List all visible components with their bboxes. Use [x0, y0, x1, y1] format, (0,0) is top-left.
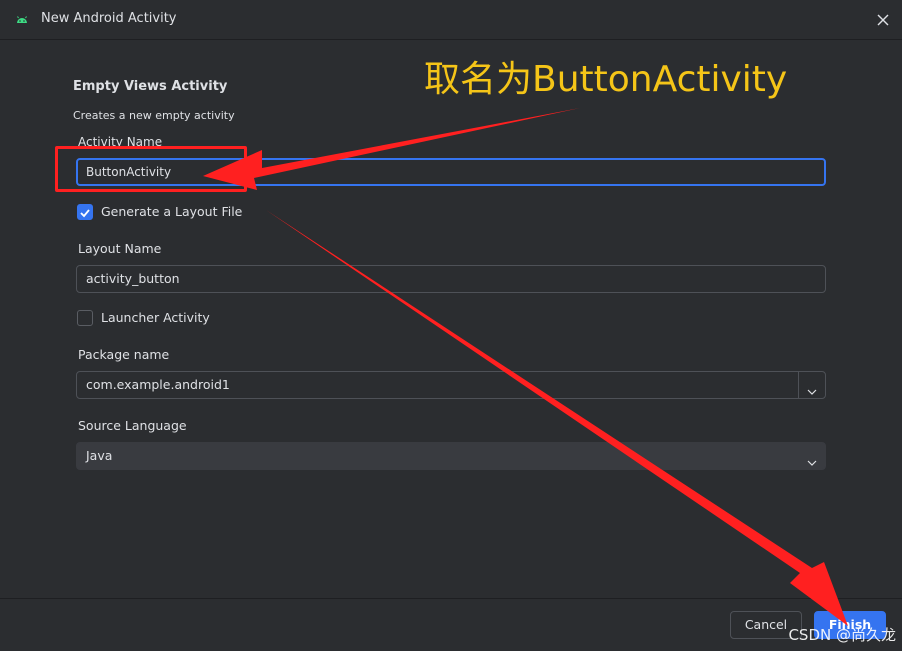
generate-layout-label: Generate a Layout File	[101, 204, 243, 219]
finish-button[interactable]: Finish	[814, 611, 886, 639]
generate-layout-checkbox[interactable]	[77, 204, 93, 220]
window-title: New Android Activity	[41, 11, 177, 26]
template-description: Creates a new empty activity	[73, 109, 235, 122]
launcher-activity-label: Launcher Activity	[101, 310, 210, 325]
activity-name-label: Activity Name	[78, 135, 163, 149]
dropdown-divider	[798, 372, 799, 398]
package-name-label: Package name	[78, 347, 170, 362]
new-activity-dialog: New Android Activity Empty Views Activit…	[0, 0, 902, 651]
cancel-button[interactable]: Cancel	[730, 611, 802, 639]
source-language-select[interactable]: Java	[76, 442, 826, 470]
launcher-activity-checkbox[interactable]	[77, 310, 93, 326]
dialog-footer: Cancel Finish	[0, 598, 902, 651]
close-icon[interactable]	[874, 11, 892, 29]
package-name-combobox[interactable]: com.example.android1	[76, 371, 826, 399]
title-bar: New Android Activity	[0, 0, 902, 40]
dialog-content: Empty Views Activity Creates a new empty…	[0, 41, 902, 598]
layout-name-input[interactable]: activity_button	[76, 265, 826, 293]
source-language-value: Java	[86, 448, 113, 463]
chevron-down-icon	[807, 451, 817, 466]
android-icon	[14, 12, 30, 28]
layout-name-label: Layout Name	[78, 241, 162, 256]
check-icon	[80, 209, 90, 218]
template-name: Empty Views Activity	[73, 79, 228, 94]
activity-name-input[interactable]: ButtonActivity	[76, 158, 826, 186]
package-name-value: com.example.android1	[86, 377, 230, 392]
chevron-down-icon[interactable]	[807, 380, 817, 395]
source-language-label: Source Language	[78, 418, 187, 433]
